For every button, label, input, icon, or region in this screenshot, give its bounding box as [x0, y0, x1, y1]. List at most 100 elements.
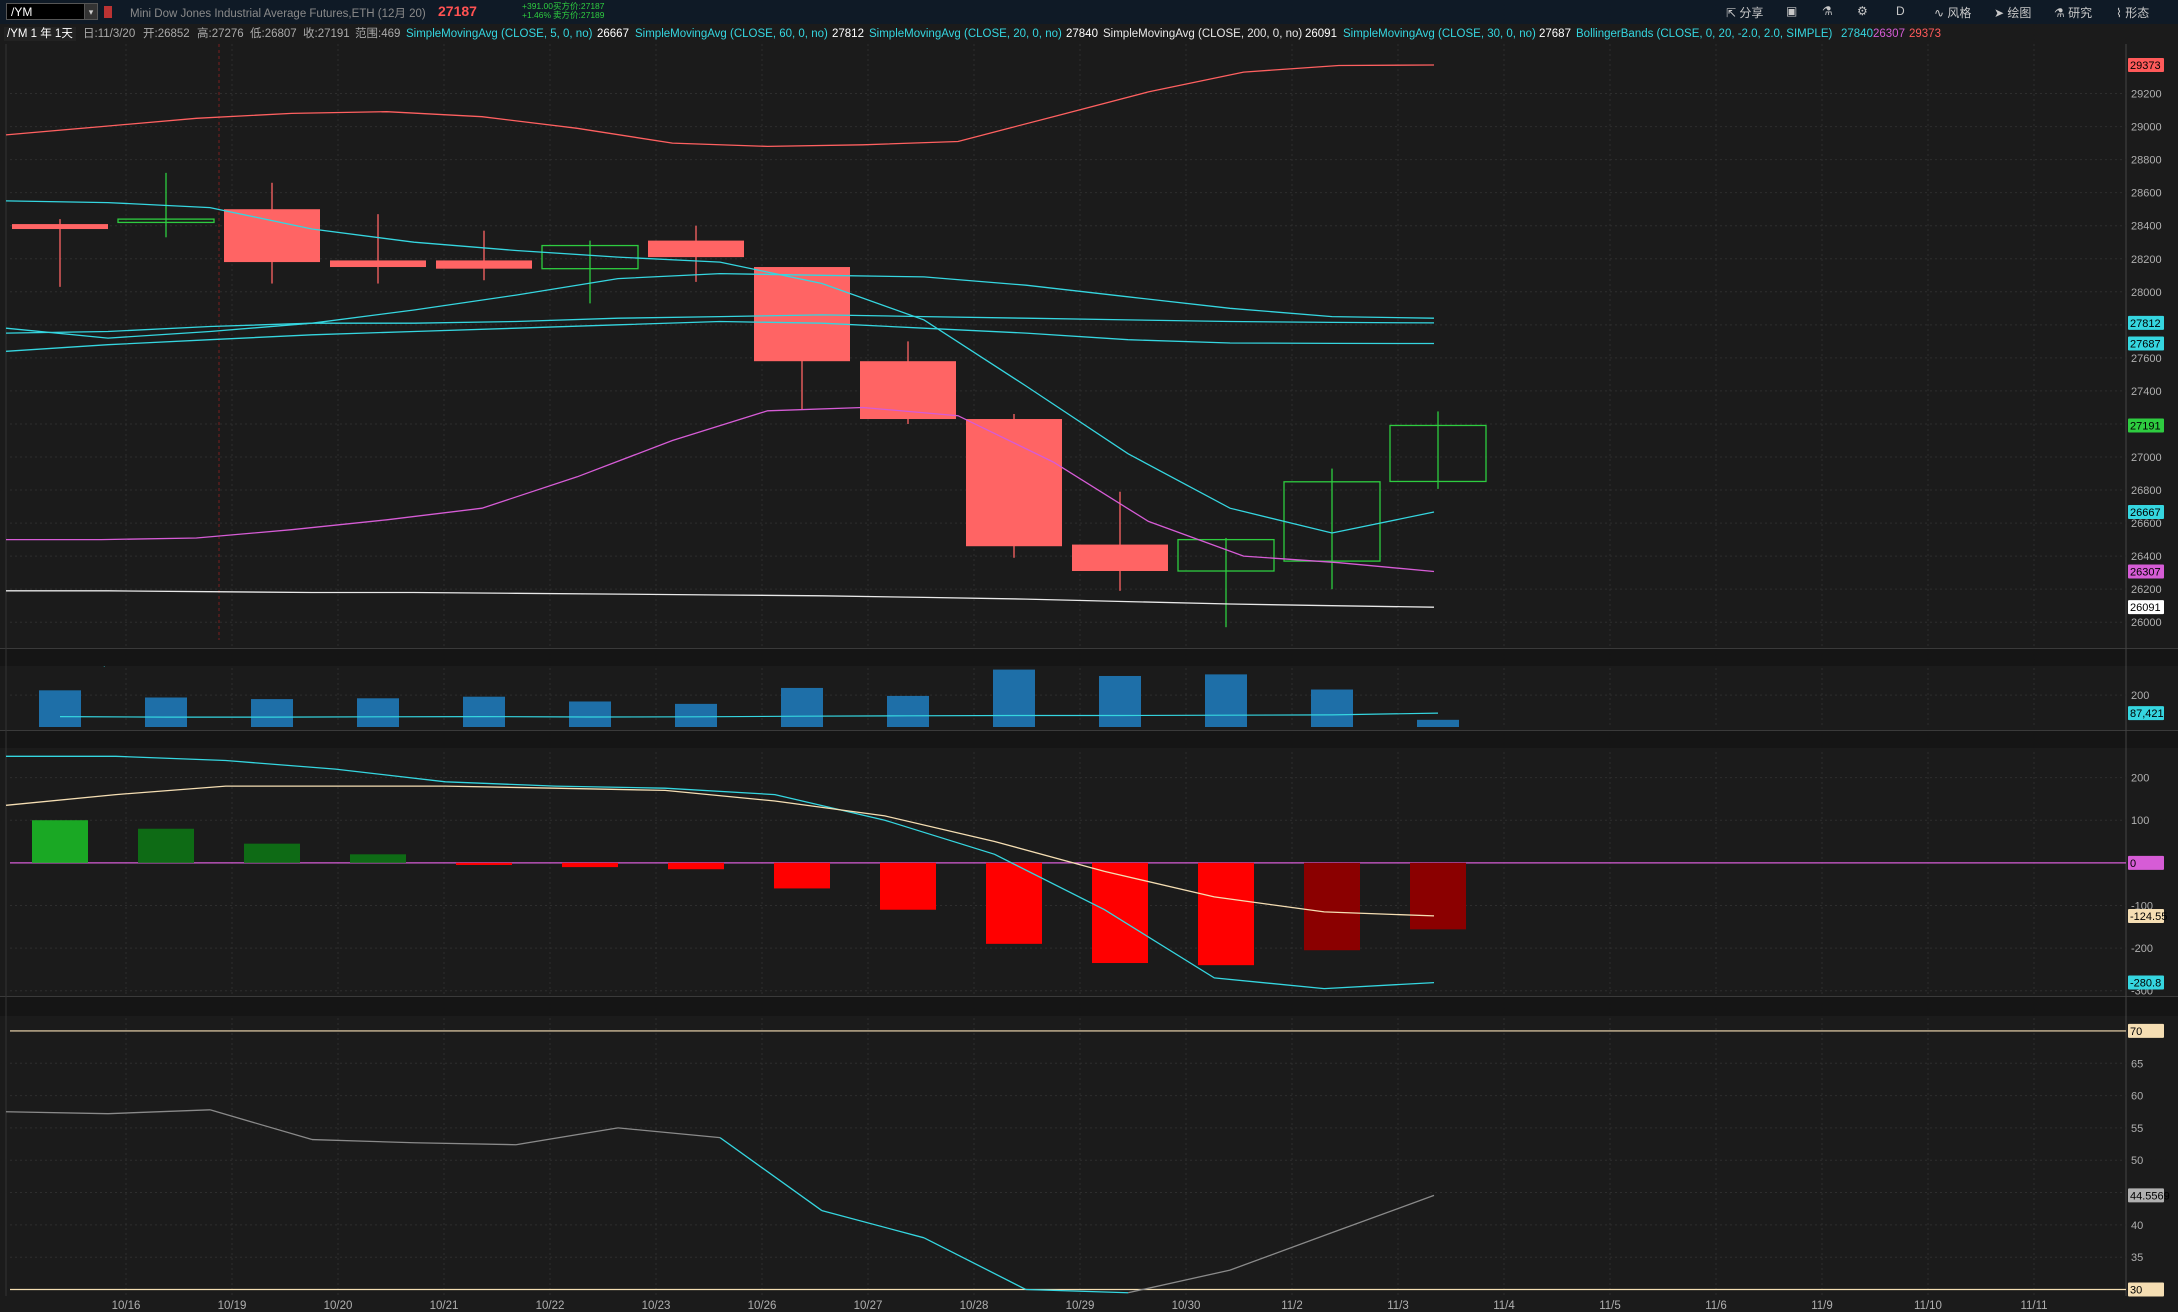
y-tick-label: -300 — [2131, 986, 2153, 998]
axis-badge-label: 44.5569 — [2130, 1190, 2170, 1202]
bar-open: 开:26852 — [143, 28, 190, 40]
y-tick-label: 26400 — [2131, 551, 2162, 563]
style-button[interactable]: ∿ 风格 — [1934, 4, 1971, 21]
timeframe-label[interactable]: /YM 1 年 1天 — [4, 27, 76, 41]
share-label: 分享 — [1739, 6, 1764, 20]
pane-separator — [0, 648, 2178, 666]
candle-body-up — [1177, 538, 1275, 572]
axis-badge — [2128, 564, 2164, 579]
oi-label[interactable]: OpenInterest — [94, 655, 160, 667]
candle-body-down — [224, 209, 320, 263]
bid-ask: 买方价:27187 卖方价:27189 — [553, 2, 605, 20]
volume-bar — [887, 695, 929, 727]
x-tick-label: 10/16 — [112, 1300, 141, 1312]
x-tick-label: 10/28 — [960, 1300, 989, 1312]
axis-badge — [2128, 706, 2164, 721]
axis-badge-label: -124.55 — [2130, 911, 2167, 923]
rsi-line-segment — [311, 1138, 415, 1144]
flask-icon: ⚗ — [2054, 6, 2065, 20]
x-tick-label: 11/4 — [1493, 1300, 1515, 1312]
study-sma20-label[interactable]: SimpleMovingAvg (CLOSE, 20, 0, no) — [866, 27, 1065, 41]
study-sma5-label[interactable]: SimpleMovingAvg (CLOSE, 5, 0, no) — [403, 27, 595, 41]
study-sma30-label[interactable]: SimpleMovingAvg (CLOSE, 30, 0, no) — [1340, 27, 1539, 41]
study-line — [5, 320, 1435, 352]
chart-canvas[interactable]: 10/16 10/19 10/20 10/21 10/22 10/23 10/26 10/27… — [0, 0, 2178, 1312]
x-tick-label: 11/3 — [1387, 1300, 1409, 1312]
flag-icon[interactable] — [104, 6, 112, 18]
x-tick-label: 10/19 — [218, 1300, 247, 1312]
y-tick-label: 28200 — [2131, 254, 2162, 266]
y-tick-label: 45 — [2131, 1188, 2143, 1200]
candle-body-up — [1389, 424, 1487, 483]
volume-label[interactable]: 成交量 — [8, 655, 43, 667]
period-button[interactable]: D — [1896, 4, 1905, 18]
rsi-oversold-value: 30 — [272, 1003, 286, 1015]
rsi-line-segment — [515, 1127, 619, 1146]
volume-legend: 成交量 45,462 OpenInterest 87,421 — [8, 652, 203, 668]
share-button[interactable]: ⇱ 分享 — [1726, 4, 1763, 21]
volume-bar — [1311, 689, 1353, 727]
axis-badge — [2128, 315, 2164, 330]
rsi-line-segment — [107, 1109, 211, 1115]
symbol-input[interactable]: /YM — [6, 3, 92, 20]
axis-badge — [2128, 1023, 2164, 1038]
axis-badge-label: -280.8 — [2130, 978, 2161, 990]
macd-avg-value: -124.553 — [267, 736, 313, 748]
rsi-line-segment — [209, 1109, 313, 1141]
x-tick-label: 10/20 — [324, 1300, 353, 1312]
study-sma200-label[interactable]: SimpleMovingAvg (CLOSE, 200, 0, no) — [1100, 27, 1305, 41]
study-bb-label[interactable]: BollingerBands (CLOSE, 0, 20, -2.0, 2.0,… — [1573, 27, 1835, 41]
quote-icon[interactable]: ▣ — [1786, 4, 1797, 18]
draw-label: 绘图 — [2007, 6, 2032, 20]
x-tick-label: 10/22 — [536, 1300, 565, 1312]
symbol-dropdown-icon[interactable]: ▾ — [84, 3, 98, 20]
research-button[interactable]: ⚗ 研究 — [2054, 4, 2092, 21]
axis-badge-label: 70 — [2130, 1026, 2142, 1038]
style-label: 风格 — [1947, 6, 1972, 20]
x-tick-label: 10/26 — [748, 1300, 777, 1312]
candle-body-up — [117, 218, 215, 224]
bar-range: 范围:469 — [355, 28, 401, 40]
x-tick-label: 10/27 — [854, 1300, 883, 1312]
candle-body-down — [754, 267, 850, 362]
y-tick-label: 70 — [2131, 1026, 2143, 1038]
x-tick-label: 11/9 — [1811, 1300, 1833, 1312]
style-icon: ∿ — [1934, 6, 1945, 20]
y-tick-label: 27600 — [2131, 353, 2162, 365]
volume-bar — [145, 697, 187, 727]
rsi-line-segment — [821, 1210, 925, 1239]
rsi-line-segment — [1127, 1269, 1231, 1294]
y-tick-label: 27400 — [2131, 386, 2162, 398]
macd-histogram-bar — [562, 862, 618, 868]
study-line — [6, 590, 1435, 608]
macd-histogram-bar — [986, 862, 1042, 944]
macd-histogram-bar — [1410, 862, 1466, 930]
axis-badge-label: 0 — [2130, 858, 2136, 870]
grid — [10, 44, 2126, 1296]
research-label: 研究 — [2068, 6, 2093, 20]
rsi-label[interactable]: RSI (14, 70, 30, CLOSE, WILDERS, no) — [8, 1003, 213, 1015]
volume-bar — [1205, 674, 1247, 727]
rsi-line-segment — [719, 1137, 823, 1212]
macd-label[interactable]: MACD (12, 26, 9, EXPONENTIAL, no) — [8, 736, 204, 748]
study-bb-upper-value: 29373 — [1909, 28, 1941, 40]
draw-button[interactable]: ➤ 绘图 — [1994, 4, 2031, 21]
y-tick-label: -100 — [2131, 900, 2153, 912]
price-legend: /YM 1 年 1天 日:11/3/20 开:26852 高:27276 低:2… — [0, 24, 2178, 44]
flask-icon[interactable]: ⚗ — [1822, 4, 1833, 18]
macd-line — [6, 755, 1435, 990]
top-toolbar: /YM ▾ Mini Dow Jones Industrial Average … — [0, 0, 2178, 25]
y-tick-label: 28400 — [2131, 221, 2162, 233]
shape-button[interactable]: ⌇ 形态 — [2116, 4, 2149, 21]
volume-bar — [39, 690, 81, 727]
axis-badge — [2128, 418, 2164, 433]
y-tick-label: 200 — [2131, 690, 2149, 702]
axis-badge — [2128, 1282, 2164, 1297]
macd-histogram-bar — [668, 862, 724, 870]
volume-bar — [675, 703, 717, 727]
gear-icon[interactable]: ⚙ — [1857, 4, 1868, 18]
cursor-icon: ➤ — [1994, 6, 2005, 20]
y-tick-label: 26600 — [2131, 518, 2162, 530]
study-sma60-label[interactable]: SimpleMovingAvg (CLOSE, 60, 0, no) — [632, 27, 831, 41]
axis-badge-label: 87,421 — [2130, 708, 2164, 720]
